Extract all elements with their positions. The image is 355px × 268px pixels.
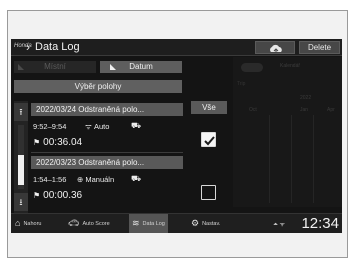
calendar-month: Oct <box>249 107 257 113</box>
page-title: Data Log <box>35 41 80 53</box>
log-entry-time: 1:54–1:56 <box>33 175 67 184</box>
tab-local[interactable]: Místní <box>14 61 96 73</box>
header-bar: Honda › Data Log Delete <box>11 39 342 56</box>
flag-icon: ⚑ <box>33 138 41 147</box>
flag-icon: ⚑ <box>33 191 41 200</box>
list-scrollbar[interactable]: ⭱ ⭳ <box>14 101 28 213</box>
nav-home[interactable]: ⌂ Nahoru <box>15 214 41 233</box>
log-entry-duration: ⚑ 00:00.36 <box>33 190 83 201</box>
calendar-year: 2022 <box>300 95 312 101</box>
wifi-auto-icon: ᯤ <box>85 122 94 131</box>
calendar-panel-dimmed: Kalendář Trip 2022 Oct Jan Apr <box>233 57 342 207</box>
log-entry-mode: ⊕ Manuáln <box>77 175 115 184</box>
clock: 12:34 <box>301 215 339 232</box>
car-drive-icon: ⛟ <box>131 174 142 183</box>
corner-icon <box>18 64 24 70</box>
grid-line <box>291 115 292 203</box>
nav-auto-score[interactable]: 🚗︎ Auto Score <box>68 214 110 233</box>
cloud-upload-button[interactable] <box>255 41 295 54</box>
nav-data-log[interactable]: ≋ Data Log <box>129 214 168 233</box>
tab-date[interactable]: Datum <box>100 61 182 73</box>
log-entry-duration: ⚑ 00:36.04 <box>33 137 83 148</box>
home-icon: ⌂ <box>15 218 21 228</box>
cloud-upload-icon <box>270 44 282 53</box>
log-entry-header[interactable]: 2022/03/24 Odstraněná polo... <box>31 103 183 116</box>
data-log-icon: ≋ <box>132 218 140 228</box>
scroll-track[interactable] <box>18 125 24 189</box>
calendar-toggle <box>241 63 263 72</box>
car-drive-icon: ⛟ <box>131 121 142 130</box>
calendar-label: Kalendář <box>280 63 301 69</box>
bottom-nav: ⌂ Nahoru 🚗︎ Auto Score ≋ Data Log ⚙ Nastav. … <box>11 213 342 233</box>
gear-icon: ⚙ <box>191 218 200 228</box>
grid-line <box>313 115 314 203</box>
nav-settings[interactable]: ⚙ Nastav. <box>191 214 220 233</box>
car-icon: 🚗︎ <box>68 218 80 228</box>
scroll-bottom-icon[interactable]: ⭳ <box>14 193 28 211</box>
checkmark-icon <box>204 136 215 146</box>
tab-date-label: Datum <box>129 62 153 71</box>
scroll-thumb[interactable] <box>18 155 24 185</box>
corner-icon <box>110 64 116 70</box>
log-entry-header[interactable]: 2022/03/23 Odstraněná polo... <box>31 156 183 169</box>
infotainment-screen: Honda › Data Log Delete Místní Datum Výb… <box>11 39 342 233</box>
grid-line <box>269 115 270 203</box>
calendar-subtitle: Trip <box>237 81 246 87</box>
entry-checkbox[interactable] <box>201 185 216 200</box>
phone-signal-icon: ⏶ ᯤ <box>273 222 285 228</box>
select-all-button[interactable]: Vše <box>191 101 227 114</box>
tab-local-label: Místní <box>44 62 66 71</box>
calendar-month: Apr <box>327 107 335 113</box>
entry-checkbox-checked[interactable] <box>201 132 216 147</box>
scroll-top-icon[interactable]: ⭱ <box>14 103 28 121</box>
calendar-month: Jan <box>300 107 309 113</box>
log-entry-time: 9:52–9:54 <box>33 122 67 131</box>
divider <box>31 152 183 153</box>
select-location-button[interactable]: Výběr polohy <box>14 80 182 93</box>
delete-button[interactable]: Delete <box>299 41 340 54</box>
log-entry-mode: ᯤ Auto <box>85 122 110 131</box>
breadcrumb-chevron-icon[interactable]: › <box>26 40 30 54</box>
